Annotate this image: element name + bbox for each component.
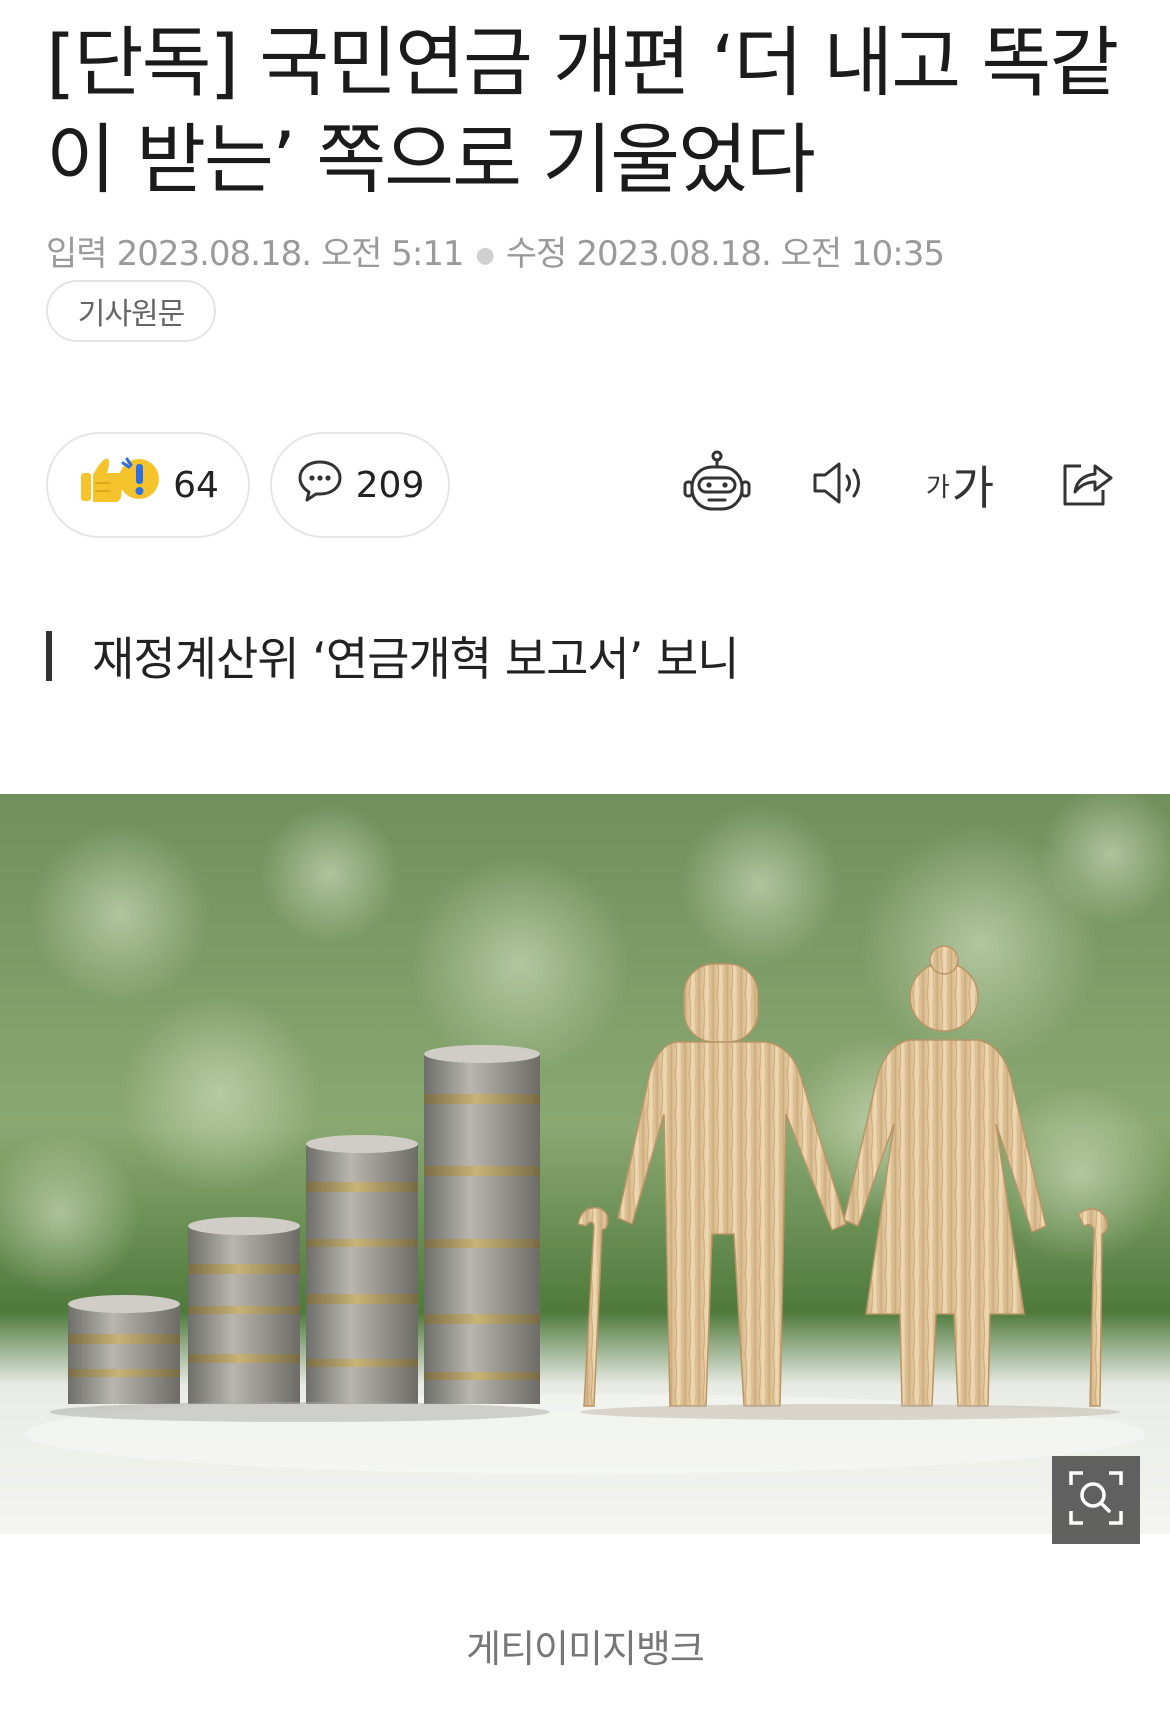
image-zoom-button[interactable] [1052, 1456, 1140, 1544]
font-size-large-label: 가 [951, 461, 995, 515]
subheading-bar [46, 631, 52, 681]
subheading-text: 재정계산위 ‘연금개혁 보고서’ 보니 [92, 632, 740, 686]
article-timestamps: 입력 2023.08.18. 오전 5:11 ● 수정 2023.08.18. 오전 1… [46, 226, 945, 275]
comment-button[interactable]: 209 [270, 432, 450, 538]
share-icon [1059, 456, 1117, 514]
coins-and-wooden-couple-image [0, 794, 1170, 1534]
modified-time: 2023.08.18. 오전 10:35 [576, 234, 945, 274]
zoom-icon [1067, 1469, 1125, 1531]
article-title: [단독] 국민연금 개편 ‘더 내고 똑같이 받는’ 쪽으로 기울었다 [46, 18, 1119, 204]
modified-label: 수정 [505, 234, 568, 274]
tts-speaker-button[interactable] [799, 445, 879, 525]
input-time: 2023.08.18. 오전 5:11 [116, 234, 465, 274]
reaction-button[interactable]: 64 [46, 432, 250, 538]
speech-bubble-icon [296, 458, 344, 513]
speaker-icon [809, 458, 869, 512]
share-button[interactable] [1048, 445, 1128, 525]
original-article-button[interactable]: 기사원문 [46, 280, 216, 342]
thumbs-up-exclaim-icon [77, 453, 161, 518]
comment-count: 209 [355, 464, 425, 506]
font-size-small-label: 가 [925, 472, 950, 503]
separator-dot: ● [475, 243, 495, 268]
reaction-count: 64 [173, 464, 219, 506]
robot-icon [682, 450, 752, 520]
summary-robot-button[interactable] [677, 445, 757, 525]
font-size-button[interactable]: 가가 [920, 445, 1000, 525]
article-subheading: 재정계산위 ‘연금개혁 보고서’ 보니 [46, 630, 740, 686]
photo-caption: 게티이미지뱅크 [466, 1627, 705, 1671]
article-photo [0, 794, 1170, 1534]
input-label: 입력 [46, 234, 108, 274]
